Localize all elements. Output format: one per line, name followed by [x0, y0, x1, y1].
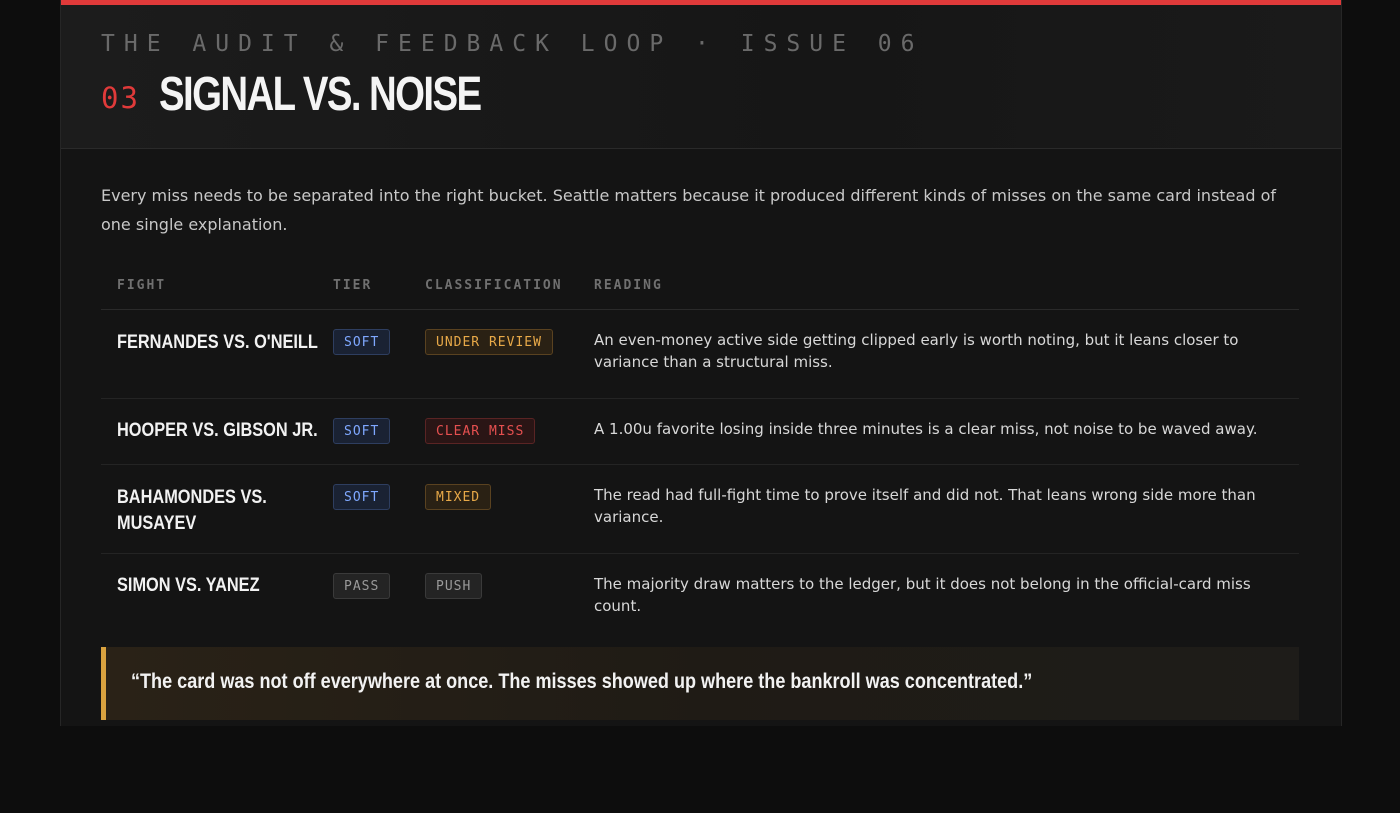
table-row: FERNANDES VS. O'NEILL SOFT UNDER REVIEW …: [101, 310, 1299, 399]
reading-text: A 1.00u favorite losing inside three min…: [594, 420, 1258, 438]
column-header-classification: CLASSIFICATION: [425, 278, 563, 293]
section-number: 03: [101, 81, 140, 115]
tier-badge: SOFT: [333, 329, 391, 355]
table-header: FIGHT TIER CLASSIFICATION READING: [101, 266, 1299, 310]
pull-quote-text: “The card was not off everywhere at once…: [131, 670, 1033, 693]
fight-name: HOOPER VS. GIBSON JR.: [117, 420, 318, 441]
miss-classification-table: FIGHT TIER CLASSIFICATION READING FERNAN…: [101, 266, 1299, 642]
fight-name: BAHAMONDES VS. MUSAYEV: [117, 487, 267, 534]
reading-text: The majority draw matters to the ledger,…: [594, 575, 1251, 615]
classification-badge: PUSH: [425, 573, 483, 599]
reading-text: The read had full-fight time to prove it…: [594, 486, 1256, 526]
article-card: THE AUDIT & FEEDBACK LOOP · ISSUE 06 03 …: [60, 0, 1342, 726]
table-row: HOOPER VS. GIBSON JR. SOFT CLEAR MISS A …: [101, 399, 1299, 465]
intro-paragraph: Every miss needs to be separated into th…: [101, 186, 1276, 234]
section-title: SIGNAL VS. NOISE: [159, 68, 482, 121]
issue-eyebrow: THE AUDIT & FEEDBACK LOOP · ISSUE 06: [101, 31, 924, 57]
column-header-tier: TIER: [333, 278, 373, 293]
table-row: BAHAMONDES VS. MUSAYEV SOFT MIXED The re…: [101, 465, 1299, 554]
fight-name: FERNANDES VS. O'NEILL: [117, 332, 318, 353]
classification-badge: CLEAR MISS: [425, 418, 536, 444]
tier-badge: SOFT: [333, 484, 391, 510]
column-header-fight: FIGHT: [117, 278, 167, 293]
tier-badge: PASS: [333, 573, 391, 599]
tier-badge: SOFT: [333, 418, 391, 444]
classification-badge: UNDER REVIEW: [425, 329, 553, 355]
table-row: SIMON VS. YANEZ PASS PUSH The majority d…: [101, 554, 1299, 642]
column-header-reading: READING: [594, 278, 663, 293]
pull-quote: “The card was not off everywhere at once…: [101, 647, 1299, 720]
fight-name: SIMON VS. YANEZ: [117, 575, 260, 596]
classification-badge: MIXED: [425, 484, 492, 510]
section-header: THE AUDIT & FEEDBACK LOOP · ISSUE 06 03 …: [61, 5, 1341, 149]
reading-text: An even-money active side getting clippe…: [594, 331, 1239, 371]
